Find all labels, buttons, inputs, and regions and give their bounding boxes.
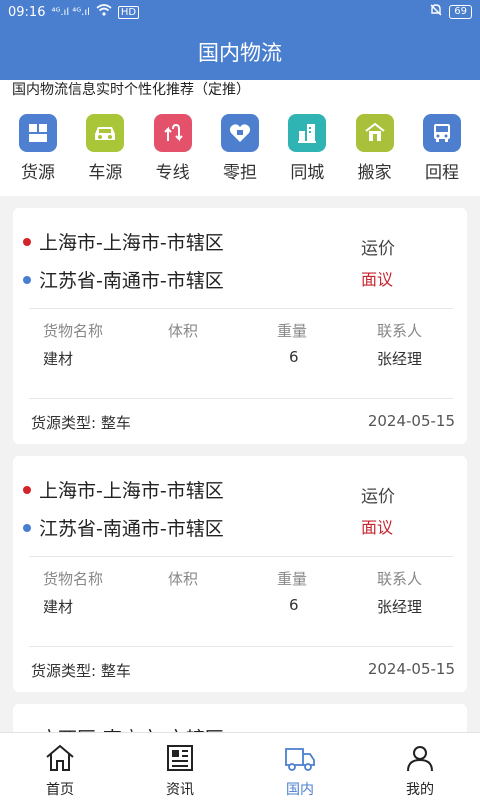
route-from: 广西区-南宁市-市辖区	[23, 724, 224, 732]
divider	[29, 308, 453, 309]
post-date: 2024-05-15	[367, 412, 455, 430]
tab-label: 首页	[46, 782, 74, 798]
battery-indicator: 69	[449, 5, 472, 19]
category-route[interactable]: 专线	[145, 114, 201, 196]
value-contact: 张经理	[377, 598, 423, 616]
tab-home[interactable]: 首页	[0, 733, 120, 800]
destination-text: 江苏省-南通市-市辖区	[39, 518, 224, 540]
cargo-type: 货源类型: 整车	[31, 414, 131, 432]
bell-mute-icon	[429, 3, 443, 21]
destination-dot	[23, 523, 31, 532]
origin-dot	[23, 237, 31, 246]
city-icon	[288, 114, 327, 152]
price-label: 运价	[361, 487, 395, 507]
divider	[29, 398, 453, 399]
price-value: 面议	[361, 270, 394, 289]
post-date: 2024-05-15	[367, 660, 455, 678]
bottom-tab-bar: 首页 资讯 国内 我的	[0, 732, 480, 800]
divider	[29, 556, 453, 557]
price-value: 面议	[361, 518, 394, 537]
news-icon	[163, 741, 197, 775]
route-icon	[153, 114, 192, 152]
value-cargo-name: 建材	[43, 350, 74, 368]
signal-icon: ⁴ᴳ.ıl ⁴ᴳ.ıl	[51, 6, 90, 18]
category-label: 回程	[424, 163, 459, 183]
cargo-type: 货源类型: 整车	[31, 662, 131, 680]
category-label: 零担	[222, 163, 257, 183]
category-label: 同城	[290, 163, 325, 183]
header-cargo-name: 货物名称	[43, 322, 104, 340]
origin-text: 广西区-南宁市-市辖区	[39, 724, 224, 732]
category-label: 专线	[155, 163, 190, 183]
tab-label: 国内	[286, 782, 314, 798]
page-title-bar: 国内物流	[0, 24, 480, 80]
category-ltl[interactable]: 零担	[212, 114, 268, 196]
header-volume: 体积	[168, 322, 199, 340]
value-contact: 张经理	[377, 350, 423, 368]
category-bar: 货源 车源 专线 零担 同城 搬家 回程	[0, 100, 480, 196]
logistics-card[interactable]: 上海市-上海市-市辖区 江苏省-南通市-市辖区 运价 面议 货物名称 体积 重量…	[13, 208, 467, 444]
destination-text: 江苏省-南通市-市辖区	[39, 270, 224, 292]
category-label: 搬家	[357, 163, 392, 183]
goods-icon	[19, 114, 57, 152]
home-icon	[43, 741, 77, 775]
category-goods[interactable]: 货源	[10, 114, 66, 196]
logistics-card[interactable]: 上海市-上海市-市辖区 江苏省-南通市-市辖区 运价 面议 货物名称 体积 重量…	[13, 456, 467, 692]
origin-dot	[23, 485, 31, 494]
wifi-icon	[96, 4, 112, 20]
divider	[29, 646, 453, 647]
category-return[interactable]: 回程	[414, 114, 470, 196]
hd-badge: HD	[117, 5, 140, 19]
bus-icon	[422, 114, 461, 152]
subtitle-banner: 国内物流信息实时个性化推荐（定推）	[0, 80, 480, 100]
header-contact: 联系人	[377, 322, 423, 340]
route-to: 江苏省-南通市-市辖区	[23, 514, 224, 541]
origin-text: 上海市-上海市-市辖区	[39, 232, 224, 254]
header-cargo-name: 货物名称	[43, 570, 104, 588]
category-city[interactable]: 同城	[279, 114, 335, 196]
moving-icon	[355, 114, 394, 152]
value-weight: 6	[289, 348, 299, 366]
destination-dot	[23, 275, 31, 284]
page-title: 国内物流	[198, 41, 282, 65]
header-contact: 联系人	[377, 570, 423, 588]
route-from: 上海市-上海市-市辖区	[23, 228, 224, 255]
value-cargo-name: 建材	[43, 598, 74, 616]
value-weight: 6	[289, 596, 299, 614]
route-to: 江苏省-南通市-市辖区	[23, 266, 224, 293]
user-icon	[403, 741, 437, 775]
category-label: 货源	[21, 163, 55, 183]
tab-label: 我的	[406, 782, 434, 798]
category-car[interactable]: 车源	[77, 114, 133, 196]
heart-box-icon	[220, 114, 259, 152]
category-moving[interactable]: 搬家	[347, 114, 403, 196]
tab-domestic[interactable]: 国内	[240, 733, 360, 800]
tab-label: 资讯	[166, 782, 194, 798]
header-volume: 体积	[168, 570, 199, 588]
header-weight: 重量	[277, 322, 308, 340]
logistics-card-partial[interactable]: 广西区-南宁市-市辖区	[13, 704, 467, 732]
status-bar: 09:16 ⁴ᴳ.ıl ⁴ᴳ.ıl HD 69	[0, 0, 480, 24]
origin-text: 上海市-上海市-市辖区	[39, 480, 224, 502]
truck-icon	[283, 741, 317, 775]
route-from: 上海市-上海市-市辖区	[23, 476, 224, 503]
price-label: 运价	[361, 239, 395, 259]
status-time: 09:16	[8, 4, 46, 20]
header-weight: 重量	[277, 570, 308, 588]
category-label: 车源	[88, 163, 123, 183]
car-icon	[86, 114, 125, 152]
tab-mine[interactable]: 我的	[360, 733, 480, 800]
logistics-list[interactable]: 上海市-上海市-市辖区 江苏省-南通市-市辖区 运价 面议 货物名称 体积 重量…	[0, 196, 480, 732]
tab-news[interactable]: 资讯	[120, 733, 240, 800]
